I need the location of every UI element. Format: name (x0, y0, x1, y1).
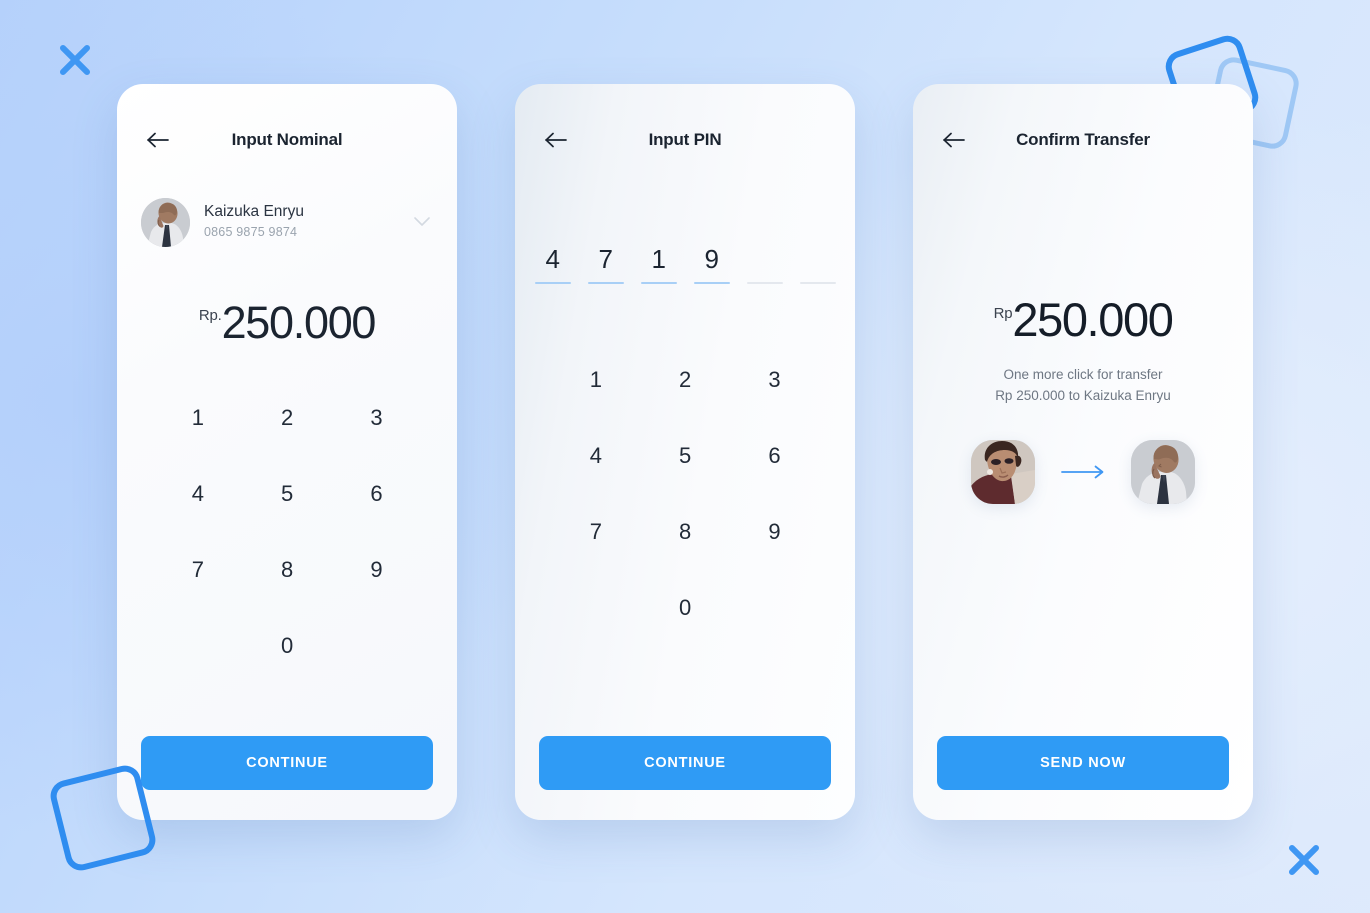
continue-button[interactable]: CONTINUE (141, 736, 433, 790)
screen-input-nominal: Input Nominal Kaizuka Enryu 0865 9875 98… (117, 84, 457, 820)
contact-selector[interactable]: Kaizuka Enryu 0865 9875 9874 (117, 192, 457, 252)
keypad-key-6[interactable]: 6 (744, 433, 804, 479)
pin-underline-3 (640, 282, 677, 284)
back-button[interactable] (539, 123, 573, 157)
transfer-note: One more click for transfer Rp 250.000 t… (913, 365, 1253, 406)
card-header: Confirm Transfer (913, 84, 1253, 196)
pin-underline-2 (587, 282, 624, 284)
keypad-key-2[interactable]: 2 (655, 357, 715, 403)
send-now-button[interactable]: SEND NOW (937, 736, 1229, 790)
pin-digit-4: 9 (704, 244, 719, 274)
x-mark-bottom-right-icon (1284, 840, 1324, 880)
numeric-keypad: 1 2 3 4 5 6 7 8 9 0 (117, 395, 457, 669)
amount-currency: Rp (993, 305, 1013, 322)
pin-underline-1 (534, 282, 571, 284)
transfer-visualization (913, 440, 1253, 505)
keypad-key-0[interactable]: 0 (257, 623, 317, 669)
screen-confirm-transfer: Confirm Transfer Rp 250.000 One more cli… (913, 84, 1253, 820)
pin-underline-4 (693, 282, 730, 284)
keypad-key-2[interactable]: 2 (257, 395, 317, 441)
pin-input[interactable]: 4 7 1 9 (515, 244, 855, 284)
pin-cell-6[interactable] (799, 246, 836, 284)
card-header: Input Nominal (117, 84, 457, 196)
pin-digit-2: 7 (598, 244, 613, 274)
keypad-key-9[interactable]: 9 (744, 509, 804, 555)
keypad-key-1[interactable]: 1 (566, 357, 626, 403)
pin-cell-4[interactable]: 9 (693, 244, 730, 284)
keypad-key-4[interactable]: 4 (566, 433, 626, 479)
contact-avatar (141, 197, 190, 247)
keypad-key-6[interactable]: 6 (346, 471, 406, 517)
contact-phone: 0865 9875 9874 (204, 225, 298, 240)
pin-cell-2[interactable]: 7 (587, 244, 624, 284)
amount-value: 250.000 (1012, 293, 1173, 346)
amount-currency: Rp. (198, 307, 222, 324)
x-mark-top-left-icon (55, 40, 95, 80)
recipient-avatar (1131, 440, 1195, 505)
pin-cell-5[interactable] (746, 246, 783, 284)
numeric-keypad: 1 2 3 4 5 6 7 8 9 0 (515, 357, 855, 631)
cta-container: CONTINUE (117, 736, 457, 820)
keypad-key-8[interactable]: 8 (655, 509, 715, 555)
cta-container: SEND NOW (913, 736, 1253, 820)
keypad-key-7[interactable]: 7 (168, 547, 228, 593)
sender-avatar (971, 440, 1035, 505)
amount-value: 250.000 (221, 297, 377, 348)
keypad-key-4[interactable]: 4 (168, 471, 228, 517)
amount-display: Rp. 250.000 (117, 300, 457, 345)
contact-info: Kaizuka Enryu 0865 9875 9874 (204, 202, 397, 241)
keypad-key-5[interactable]: 5 (257, 471, 317, 517)
keypad-key-9[interactable]: 9 (346, 547, 406, 593)
pin-digit-3: 1 (651, 244, 666, 274)
keypad-key-5[interactable]: 5 (655, 433, 715, 479)
transfer-note-line-2: Rp 250.000 to Kaizuka Enryu (995, 387, 1171, 403)
arrow-right-icon (1061, 465, 1105, 479)
keypad-key-0[interactable]: 0 (655, 585, 715, 631)
keypad-key-1[interactable]: 1 (168, 395, 228, 441)
keypad-key-8[interactable]: 8 (257, 547, 317, 593)
chevron-down-icon[interactable] (411, 211, 433, 233)
keypad-key-3[interactable]: 3 (744, 357, 804, 403)
pin-cell-1[interactable]: 4 (534, 244, 571, 284)
transfer-note-line-1: One more click for transfer (1003, 367, 1163, 382)
cta-container: CONTINUE (515, 736, 855, 820)
canvas: Input Nominal Kaizuka Enryu 0865 9875 98… (0, 0, 1370, 913)
back-button[interactable] (141, 123, 175, 157)
back-button[interactable] (937, 123, 971, 157)
card-header: Input PIN (515, 84, 855, 196)
keypad-key-3[interactable]: 3 (346, 395, 406, 441)
contact-name: Kaizuka Enryu (204, 203, 304, 221)
pin-underline-5 (746, 282, 783, 284)
continue-button[interactable]: CONTINUE (539, 736, 831, 790)
screen-input-pin: Input PIN 4 7 1 9 1 2 3 4 5 6 7 8 9 0 CO… (515, 84, 855, 820)
pin-digit-1: 4 (545, 244, 560, 274)
amount-display: Rp 250.000 (913, 296, 1253, 343)
keypad-key-7[interactable]: 7 (566, 509, 626, 555)
pin-underline-6 (799, 282, 836, 284)
pin-cell-3[interactable]: 1 (640, 244, 677, 284)
